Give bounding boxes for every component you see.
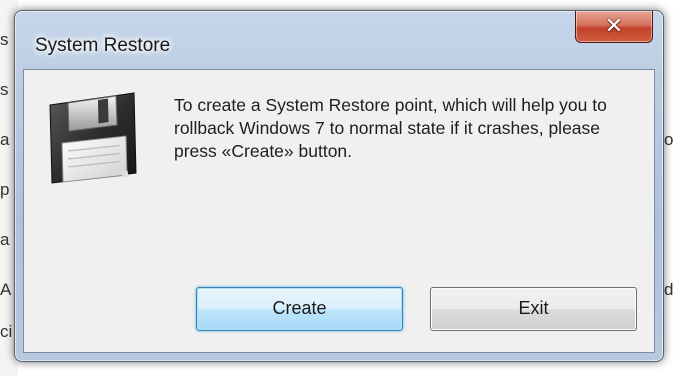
background-text: s xyxy=(0,80,9,99)
dialog-message: To create a System Restore point, which … xyxy=(174,95,607,161)
background-text: o xyxy=(664,130,674,149)
exit-button[interactable]: Exit xyxy=(430,287,637,331)
background-text: ci xyxy=(0,322,13,341)
system-restore-dialog: System Restore ✕ To create a System Rest… xyxy=(14,10,664,362)
background-text: a xyxy=(0,130,10,149)
background-text: s xyxy=(0,30,9,49)
background-text: A xyxy=(0,280,12,299)
floppy-disk-icon xyxy=(49,92,137,184)
background-text: p xyxy=(0,180,10,199)
background-text: d xyxy=(664,280,674,299)
close-button[interactable]: ✕ xyxy=(575,11,653,43)
background-text: a xyxy=(0,230,10,249)
close-icon: ✕ xyxy=(604,14,624,39)
create-button[interactable]: Create xyxy=(196,287,403,331)
window-title: System Restore xyxy=(35,35,171,56)
dialog-content: To create a System Restore point, which … xyxy=(23,69,655,353)
